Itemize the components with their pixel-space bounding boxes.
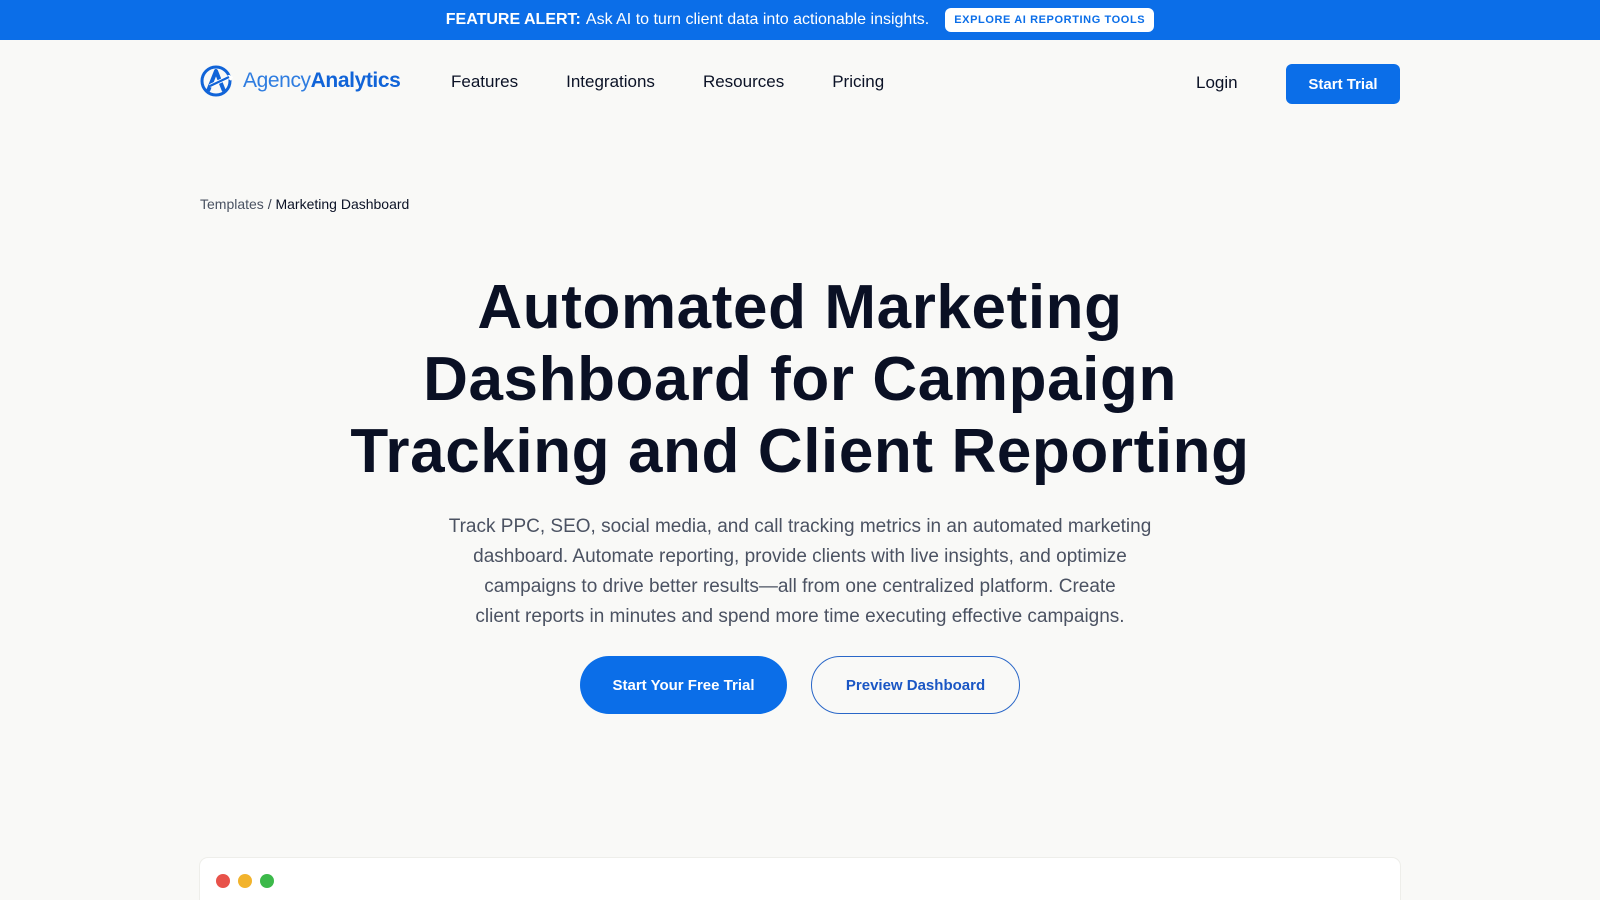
alert-label: FEATURE ALERT: — [445, 11, 581, 28]
nav-link-pricing[interactable]: Pricing — [832, 72, 884, 92]
nav-link-resources[interactable]: Resources — [703, 72, 784, 92]
login-link[interactable]: Login — [1196, 73, 1238, 93]
breadcrumb-current: Marketing Dashboard — [275, 196, 410, 212]
window-maximize-dot — [260, 874, 274, 888]
title-line-3: Tracking and Client Reporting — [350, 417, 1250, 486]
explore-ai-reporting-button[interactable]: EXPLORE AI REPORTING TOOLS — [945, 8, 1155, 32]
alert-text: Ask AI to turn client data into actionab… — [585, 11, 930, 28]
subtitle-line-2: dashboard. Automate reporting, provide c… — [473, 546, 1127, 567]
subtitle-line-1: Track PPC, SEO, social media, and call t… — [448, 516, 1152, 537]
nav-link-features[interactable]: Features — [451, 72, 518, 92]
window-close-dot — [216, 874, 230, 888]
hero-subtitle: Track PPC, SEO, social media, and call t… — [400, 512, 1200, 632]
title-line-2: Dashboard for Campaign — [423, 345, 1177, 414]
main-nav: AgencyAnalytics Features Integrations Re… — [0, 40, 1600, 128]
breadcrumb-separator: / — [267, 196, 272, 212]
breadcrumb: Templates / Marketing Dashboard — [200, 196, 409, 212]
window-minimize-dot — [238, 874, 252, 888]
agencyanalytics-logo-icon — [200, 65, 234, 97]
window-controls — [216, 874, 274, 888]
brand-logo[interactable]: AgencyAnalytics — [199, 64, 401, 98]
page-title: Automated Marketing Dashboard for Campai… — [200, 272, 1400, 488]
breadcrumb-templates-link[interactable]: Templates — [200, 196, 264, 212]
nav-links: Features Integrations Resources Pricing — [451, 72, 884, 92]
subtitle-line-3: campaigns to drive better results—all fr… — [484, 576, 1116, 597]
start-free-trial-button[interactable]: Start Your Free Trial — [580, 656, 787, 714]
start-trial-button[interactable]: Start Trial — [1286, 64, 1400, 104]
title-line-1: Automated Marketing — [477, 273, 1123, 342]
dashboard-preview-window — [200, 858, 1400, 900]
subtitle-line-4: client reports in minutes and spend more… — [475, 606, 1125, 627]
nav-link-integrations[interactable]: Integrations — [566, 72, 655, 92]
brand-wordmark: AgencyAnalytics — [243, 69, 401, 92]
preview-dashboard-button[interactable]: Preview Dashboard — [811, 656, 1020, 714]
feature-alert-bar: FEATURE ALERT: Ask AI to turn client dat… — [0, 0, 1600, 40]
